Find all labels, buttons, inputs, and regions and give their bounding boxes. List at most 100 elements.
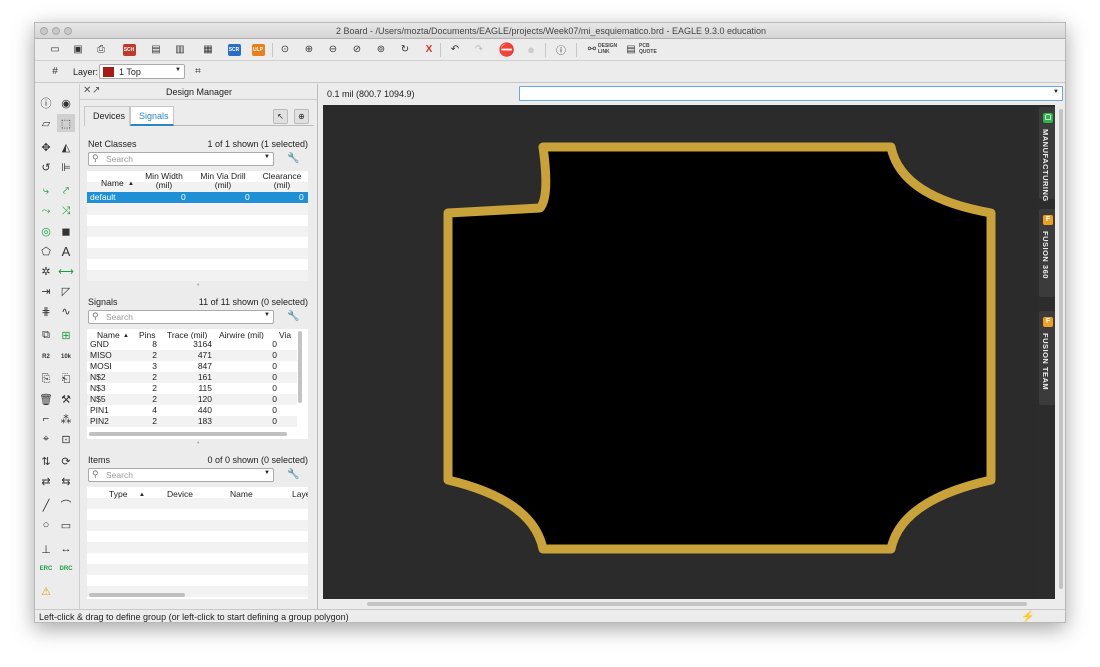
table-row[interactable]: MISO 2 471 0	[87, 350, 297, 361]
slice-icon[interactable]: ⋕	[37, 302, 55, 320]
connect-icon[interactable]: ⟷	[57, 262, 75, 280]
pcb-quote-icon[interactable]: ▤	[623, 41, 639, 58]
group-select-icon[interactable]: ⬚	[57, 114, 75, 132]
smash-icon[interactable]: ⁂	[57, 410, 75, 428]
ulp-button[interactable]: ULP	[250, 41, 266, 58]
layer-settings-icon[interactable]: ▱	[37, 114, 55, 132]
rectangle-icon[interactable]: ▭	[57, 516, 75, 534]
layer-select[interactable]: 1 Top ▼	[99, 64, 185, 79]
column-header-min-width[interactable]: Min Width (mil)	[139, 172, 189, 190]
arc-icon[interactable]: ⌒	[57, 496, 75, 514]
grid-icon[interactable]: #	[47, 63, 63, 80]
help-icon[interactable]: ⓘ	[553, 41, 569, 58]
pcb-quote-label[interactable]: PCB QUOTE	[639, 43, 657, 55]
table-row[interactable]: N$3 2 115 0	[87, 383, 297, 394]
signals-search-input[interactable]: ⚲ Search ▼	[88, 310, 274, 324]
undo-icon[interactable]: ↶	[447, 41, 463, 58]
show-icon[interactable]: ◉	[57, 94, 75, 112]
paste-icon[interactable]: ⎗	[57, 370, 75, 388]
board-canvas[interactable]	[323, 105, 1037, 599]
signals-horizontal-scrollbar[interactable]	[89, 432, 287, 436]
move-icon[interactable]: ✥	[37, 138, 55, 156]
polygon-fill-icon[interactable]: ◼	[57, 222, 75, 240]
probe-icon[interactable]: ⌐	[37, 410, 55, 428]
stop-icon[interactable]: ⛔	[499, 41, 515, 58]
dimension-icon[interactable]: ⊥	[37, 540, 55, 558]
redraw-icon[interactable]: ↻	[397, 41, 413, 58]
column-header-min-via-drill[interactable]: Min Via Drill (mil)	[193, 172, 253, 190]
cancel-command-icon[interactable]: X	[421, 41, 437, 58]
table-row[interactable]: GND 8 3164 0	[87, 339, 297, 350]
table-row[interactable]: PIN1 4 440 0	[87, 405, 297, 416]
zoom-in-icon[interactable]: ⊕	[301, 41, 317, 58]
schematic-button[interactable]: SCH	[121, 41, 137, 58]
gate-swap-icon[interactable]: ⇄	[37, 472, 55, 490]
line-icon[interactable]: ╱	[37, 496, 55, 514]
replace-icon[interactable]: ⇅	[37, 452, 55, 470]
optimize-icon[interactable]: ⤨	[57, 202, 75, 220]
column-header-layer[interactable]: Laye	[292, 490, 308, 499]
drc-icon[interactable]: DRC	[57, 560, 75, 578]
info-icon[interactable]: ⓘ	[37, 94, 55, 112]
table-row[interactable]: PIN2 2 183 0	[87, 416, 297, 427]
lock-icon[interactable]: ⊡	[57, 430, 75, 448]
wrench-icon[interactable]: 🔧	[287, 469, 299, 480]
zoom-selected-icon[interactable]: ⊕	[294, 109, 309, 124]
net-classes-search-input[interactable]: ⚲ Search ▼	[88, 152, 274, 166]
via-icon[interactable]: ◎	[37, 222, 55, 240]
vertical-scroll-thumb[interactable]	[1059, 109, 1063, 589]
change-icon[interactable]: ⚒	[57, 390, 75, 408]
zoom-select-icon[interactable]: ⊘	[349, 41, 365, 58]
ripup-icon[interactable]: ⤤	[57, 182, 75, 200]
tab-devices[interactable]: Devices	[84, 106, 130, 126]
text-icon[interactable]: A	[57, 242, 75, 260]
go-icon[interactable]: ●	[523, 41, 539, 58]
column-header-clearance[interactable]: Clearance (mil)	[257, 172, 307, 190]
import-icon[interactable]: ▥	[172, 41, 188, 58]
circle-icon[interactable]: ○	[37, 516, 55, 534]
stack-icon[interactable]: ▦	[200, 41, 216, 58]
horizontal-scroll-thumb[interactable]	[367, 602, 1027, 606]
table-row[interactable]: N$5 2 120 0	[87, 394, 297, 405]
zoom-out-icon[interactable]: ⊖	[325, 41, 341, 58]
canvas-horizontal-scrollbar[interactable]	[323, 599, 1055, 609]
zoom-last-icon[interactable]: ⊚	[373, 41, 389, 58]
meander-icon[interactable]: ⇥	[37, 282, 55, 300]
pin-swap-icon[interactable]: ⇆	[57, 472, 75, 490]
attribute-icon[interactable]: ⌖	[37, 430, 55, 448]
table-row-selected[interactable]: default 0 0 0	[87, 192, 308, 203]
zoom-fit-icon[interactable]: ⊙	[277, 41, 293, 58]
select-pointer-icon[interactable]: ↖	[273, 109, 288, 124]
miter-icon[interactable]: ◸	[57, 282, 75, 300]
route-icon[interactable]: ⤷	[37, 182, 55, 200]
autoroute-icon[interactable]: ⤳	[37, 202, 55, 220]
measure-icon[interactable]: ↔	[57, 540, 75, 558]
add-part-icon[interactable]: ⧉	[37, 326, 55, 344]
table-row[interactable]: MOSI 3 847 0	[87, 361, 297, 372]
wrench-icon[interactable]: 🔧	[287, 311, 299, 322]
canvas-vertical-scrollbar[interactable]	[1055, 105, 1065, 599]
items-search-input[interactable]: ⚲ Search ▼	[88, 468, 274, 482]
command-line-input[interactable]: ▼	[519, 86, 1063, 101]
redo-icon[interactable]: ↷	[471, 41, 487, 58]
polygon-icon[interactable]: ⬠	[37, 242, 55, 260]
split-icon[interactable]: ✲	[37, 262, 55, 280]
print-icon[interactable]: ⎙	[93, 41, 109, 58]
value-tool-icon[interactable]: 10k	[57, 348, 75, 366]
add-icon[interactable]: ⊞	[57, 326, 75, 344]
wave-icon[interactable]: ∿	[57, 302, 75, 320]
splitter-handle[interactable]: •	[197, 282, 201, 289]
column-header-name[interactable]: Name	[101, 179, 124, 188]
new-file-icon[interactable]: ▭	[47, 41, 63, 58]
tag-icon[interactable]: ⌗	[190, 63, 206, 80]
table-row[interactable]: N$2 2 161 0	[87, 372, 297, 383]
items-horizontal-scrollbar[interactable]	[89, 593, 185, 597]
tab-signals[interactable]: Signals	[130, 106, 174, 126]
rotate-icon[interactable]: ↺	[37, 158, 55, 176]
update-icon[interactable]: ⟳	[57, 452, 75, 470]
copy-icon[interactable]: ⎘	[37, 370, 55, 388]
splitter-handle[interactable]: •	[197, 440, 201, 447]
cam-processor-icon[interactable]: ▤	[148, 41, 164, 58]
mirror-icon[interactable]: ◭	[57, 138, 75, 156]
align-icon[interactable]: ⊫	[57, 158, 75, 176]
